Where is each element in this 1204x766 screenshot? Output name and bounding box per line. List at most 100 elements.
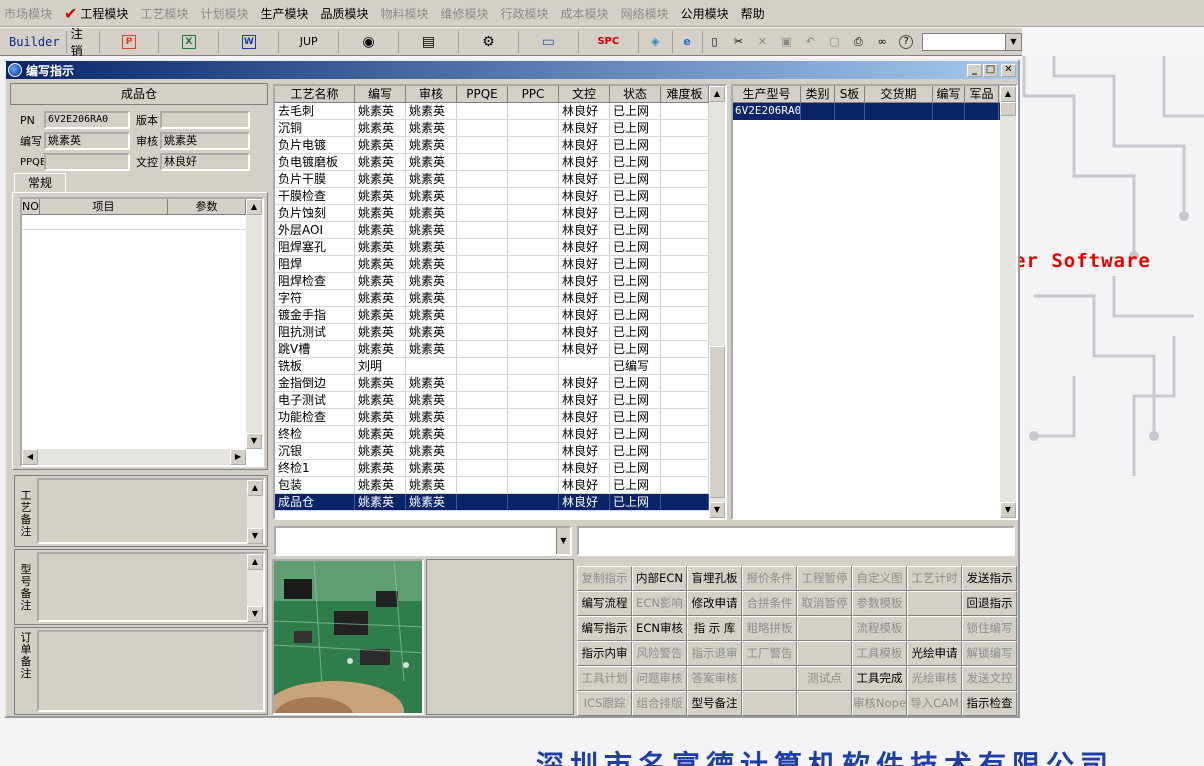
menu-item-9[interactable]: 成本模块 [561,5,609,22]
scroll-up-icon[interactable]: ▲ [247,554,263,570]
action-button-47[interactable]: 指示检查 [962,691,1017,716]
table-row[interactable]: 干膜检查 姚素英 姚素英 林良好 已上网 [275,188,725,205]
process-col-header[interactable]: 状态 [610,86,661,102]
pn-field[interactable]: 6V2E206RA0 [44,111,130,129]
word-button[interactable]: W [219,30,280,53]
action-button-45[interactable]: 审核Nope [852,691,907,716]
chevron-down-icon[interactable]: ▼ [1005,33,1021,50]
action-button-10[interactable]: 修改申请 [687,591,742,616]
process-col-header[interactable]: PPQE [457,86,508,102]
model-vscroll[interactable]: ▲ ▼ [1000,86,1016,518]
eye-button[interactable]: ◉ [339,30,400,53]
action-button-1[interactable]: 内部ECN [632,566,687,591]
model-memo-box[interactable]: ▲ ▼ [37,552,265,622]
params-grid[interactable]: NO 项目 参数 ▲ ▼ ◀ ▶ [20,197,264,467]
scroll-up-icon[interactable]: ▲ [246,199,262,215]
table-row[interactable]: 阻焊检查 姚素英 姚素英 林良好 已上网 [275,273,725,290]
action-button-3[interactable]: 报价条件 [742,566,797,591]
action-button-40[interactable]: ICS跟踪 [577,691,632,716]
table-row[interactable]: 外层AOI 姚素英 姚素英 林良好 已上网 [275,222,725,239]
process-col-header[interactable]: 审核 [406,86,457,102]
process-vscroll[interactable]: ▲ ▼ [709,86,725,518]
action-button-0[interactable]: 复制指示 [577,566,632,591]
action-button-5[interactable]: 自定义图 [852,566,907,591]
table-row[interactable]: 阻抗测试 姚素英 姚素英 林良好 已上网 [275,324,725,341]
table-row[interactable]: 字符 姚素英 姚素英 林良好 已上网 [275,290,725,307]
menu-item-8[interactable]: 行政模块 [501,5,549,22]
process-col-header[interactable]: 编写 [355,86,406,102]
table-row[interactable]: 包装 姚素英 姚素英 林良好 已上网 [275,477,725,494]
menu-item-11[interactable]: 公用模块 [681,5,729,22]
preview-button[interactable]: ▢ [822,31,846,53]
model-scroll-thumb[interactable] [1000,102,1016,116]
scroll-up-icon[interactable]: ▲ [1000,86,1016,102]
process-scroll-thumb[interactable] [709,346,725,498]
action-button-16[interactable]: 编写指示 [577,616,632,641]
undo-button[interactable]: ↶ [798,31,822,53]
action-button-31[interactable]: 解锁编写 [962,641,1017,666]
action-button-26[interactable]: 指示退审 [687,641,742,666]
table-row[interactable]: 负片蚀刻 姚素英 姚素英 林良好 已上网 [275,205,725,222]
table-row[interactable]: 去毛刺 姚素英 姚素英 林良好 已上网 [275,103,725,120]
menu-item-3[interactable]: 计划模块 [200,5,248,22]
action-button-12[interactable]: 取消暂停 [797,591,852,616]
box-button[interactable]: ◈ [639,30,673,53]
params-hscroll[interactable]: ◀ ▶ [22,449,246,465]
monitor-button[interactable]: ▭ [519,30,579,53]
menu-item-2[interactable]: 工艺模块 [140,5,188,22]
find-button[interactable]: ∞ [870,31,894,53]
ie-button[interactable]: e [673,30,703,53]
table-row[interactable]: 沉银 姚素英 姚素英 林良好 已上网 [275,443,725,460]
model-memo-scroll[interactable]: ▲ ▼ [247,554,263,622]
action-button-15[interactable]: 回退指示 [962,591,1017,616]
action-button-9[interactable]: ECN影响 [632,591,687,616]
table-row[interactable]: 终检 姚素英 姚素英 林良好 已上网 [275,426,725,443]
model-col-header[interactable]: 类别 [801,86,835,102]
model-grid[interactable]: 生产型号 类别 S板 交货期 编写 军品 6V2E206RA0 ▲ ▼ [731,84,1018,520]
action-button-29[interactable]: 工具模板 [852,641,907,666]
scroll-down-icon[interactable]: ▼ [709,502,725,518]
table-row[interactable]: 负电镀磨板 姚素英 姚素英 林良好 已上网 [275,154,725,171]
params-vscroll[interactable]: ▲ ▼ [246,199,262,449]
scroll-left-icon[interactable]: ◀ [22,449,38,465]
action-button-6[interactable]: 工艺计时 [907,566,962,591]
menu-item-10[interactable]: 网络模块 [621,5,669,22]
process-col-header[interactable]: 工艺名称 [275,86,355,102]
menu-item-0[interactable]: 市场模块 [4,5,52,22]
action-button-46[interactable]: 导入CAM [907,691,962,716]
cut-button[interactable]: ✂ [727,31,751,53]
action-button-30[interactable]: 光绘申请 [907,641,962,666]
table-row[interactable]: 成品仓 姚素英 姚素英 林良好 已上网 [275,494,725,511]
action-button-23[interactable]: 锁住编写 [962,616,1017,641]
action-button-7[interactable]: 发送指示 [962,566,1017,591]
jup-button[interactable]: JUP [279,30,340,53]
process-col-header[interactable]: PPC [508,86,559,102]
action-button-32[interactable]: 工具计划 [577,666,632,691]
minimize-button[interactable]: _ [967,63,982,77]
table-row[interactable]: 终检1 姚素英 姚素英 林良好 已上网 [275,460,725,477]
action-button-39[interactable]: 发送文控 [962,666,1017,691]
action-button-8[interactable]: 编写流程 [577,591,632,616]
table-row[interactable]: 铣板 刘明 已编写 [275,358,725,375]
print-button[interactable]: ⎙ [846,31,870,53]
action-button-18[interactable]: 指 示 库 [687,616,742,641]
model-col-header[interactable]: 交货期 [865,86,933,102]
maximize-button[interactable]: □ [983,63,998,77]
process-col-header[interactable]: 文控 [559,86,610,102]
action-button-27[interactable]: 工厂警告 [742,641,797,666]
menu-item-6[interactable]: 物料模块 [381,5,429,22]
scroll-down-icon[interactable]: ▼ [1000,502,1016,518]
action-button-11[interactable]: 合拼条件 [742,591,797,616]
table-row[interactable]: 金指倒边 姚素英 姚素英 林良好 已上网 [275,375,725,392]
model-col-header[interactable]: S板 [835,86,865,102]
action-button-41[interactable]: 组合排版 [632,691,687,716]
table-row[interactable]: 镀金手指 姚素英 姚素英 林良好 已上网 [275,307,725,324]
scroll-down-icon[interactable]: ▼ [246,433,262,449]
scroll-down-icon[interactable]: ▼ [247,606,263,622]
menu-item-4[interactable]: 生产模块 [260,5,308,22]
table-row[interactable]: 电子测试 姚素英 姚素英 林良好 已上网 [275,392,725,409]
table-row[interactable]: 6V2E206RA0 [733,103,1016,120]
action-button-4[interactable]: 工程暂停 [797,566,852,591]
tab-general[interactable]: 常规 [14,173,66,193]
process-col-header[interactable]: 难度板 [661,86,709,102]
